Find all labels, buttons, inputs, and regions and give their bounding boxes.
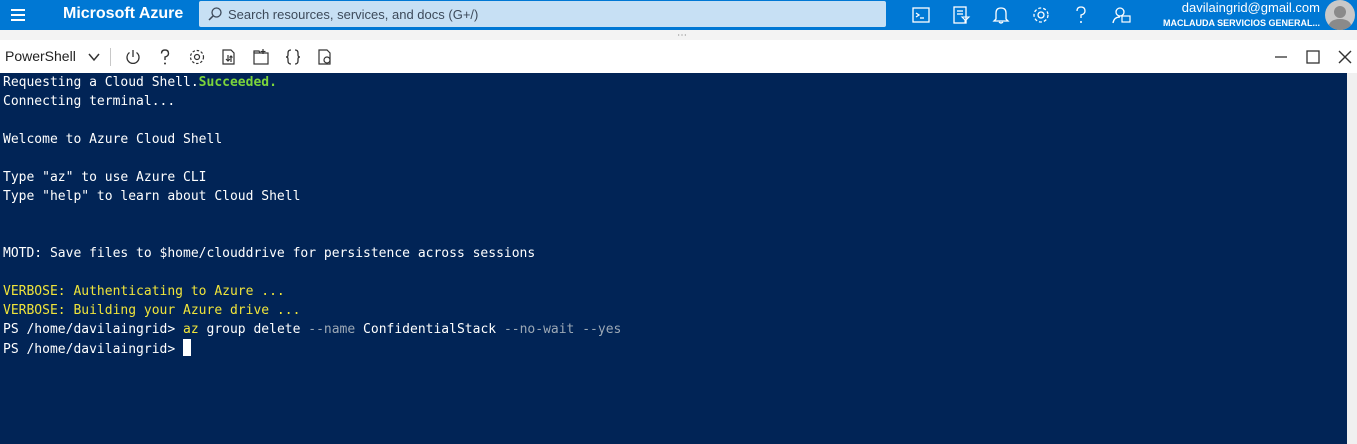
upload-download-icon[interactable] bbox=[220, 48, 238, 66]
cloud-shell-toolbar: PowerShell bbox=[0, 40, 1357, 73]
terminal-line: Type "az" to use Azure CLI bbox=[3, 170, 207, 185]
prompt: PS /home/davilaingrid> bbox=[3, 342, 184, 357]
cloud-shell-resize-handle[interactable]: ⋯ bbox=[0, 30, 1357, 41]
avatar[interactable] bbox=[1325, 0, 1355, 30]
editor-braces-icon[interactable] bbox=[284, 48, 302, 66]
command-value: ConfidentialStack bbox=[355, 322, 504, 337]
close-icon[interactable] bbox=[1337, 49, 1353, 65]
restart-icon[interactable] bbox=[124, 48, 142, 66]
search-icon bbox=[208, 7, 222, 21]
command-flag: --yes bbox=[582, 322, 622, 337]
command-args: group delete bbox=[198, 322, 309, 337]
terminal-cursor bbox=[183, 339, 192, 356]
help-icon[interactable] bbox=[156, 48, 174, 66]
terminal-line: Type "help" to learn about Cloud Shell bbox=[3, 189, 301, 204]
directory-filter-icon[interactable] bbox=[950, 4, 972, 26]
terminal-text: Requesting a Cloud Shell. bbox=[3, 75, 199, 90]
toolbar-divider bbox=[110, 48, 111, 66]
terminal-line: Connecting terminal... bbox=[3, 94, 176, 109]
settings-icon[interactable] bbox=[1030, 4, 1052, 26]
settings-icon[interactable] bbox=[188, 48, 206, 66]
minimize-icon[interactable] bbox=[1273, 49, 1289, 65]
account-info[interactable]: davilaingrid@gmail.com MACLAUDA SERVICIO… bbox=[1163, 1, 1320, 29]
command-flag: --name bbox=[308, 322, 356, 337]
search-placeholder: Search resources, services, and docs (G+… bbox=[228, 7, 479, 22]
prompt: PS /home/davilaingrid> bbox=[3, 322, 184, 337]
user-avatar-icon bbox=[1328, 6, 1352, 30]
command-flag: --no-wait bbox=[503, 322, 575, 337]
shell-type-label: PowerShell bbox=[5, 48, 76, 64]
global-search-input[interactable]: Search resources, services, and docs (G+… bbox=[199, 1, 886, 27]
maximize-icon[interactable] bbox=[1305, 49, 1321, 65]
scrollbar-thumb[interactable] bbox=[1349, 73, 1355, 444]
verbose-line: VERBOSE: Authenticating to Azure ... bbox=[3, 284, 285, 299]
portal-brand[interactable]: Microsoft Azure bbox=[63, 5, 183, 23]
status-succeeded: Succeeded. bbox=[198, 75, 277, 90]
terminal-output[interactable]: Requesting a Cloud Shell.Succeeded. Conn… bbox=[0, 73, 1347, 444]
cloud-shell-icon[interactable] bbox=[910, 4, 932, 26]
motd-line: MOTD: Save files to $home/clouddrive for… bbox=[3, 246, 536, 261]
azure-top-bar: Microsoft Azure Search resources, servic… bbox=[0, 0, 1357, 30]
shell-type-select[interactable]: PowerShell bbox=[5, 48, 100, 64]
command-name: az bbox=[183, 322, 199, 337]
hamburger-menu-icon[interactable] bbox=[9, 6, 27, 24]
chevron-down-icon bbox=[88, 53, 100, 62]
terminal-line: Requesting a Cloud Shell.Succeeded. bbox=[3, 73, 277, 92]
verbose-line: VERBOSE: Building your Azure drive ... bbox=[3, 303, 301, 318]
feedback-icon[interactable] bbox=[1110, 4, 1132, 26]
open-new-session-icon[interactable] bbox=[252, 48, 270, 66]
help-icon[interactable] bbox=[1070, 4, 1092, 26]
account-directory: MACLAUDA SERVICIOS GENERAL... bbox=[1162, 18, 1320, 28]
input-line[interactable]: PS /home/davilaingrid> bbox=[3, 339, 192, 358]
terminal-scrollbar[interactable] bbox=[1347, 73, 1357, 444]
notifications-icon[interactable] bbox=[990, 4, 1012, 26]
account-email: davilaingrid@gmail.com bbox=[1181, 0, 1320, 15]
command-line: PS /home/davilaingrid> az group delete -… bbox=[3, 320, 621, 339]
terminal-line: Welcome to Azure Cloud Shell bbox=[3, 132, 223, 147]
web-preview-icon[interactable] bbox=[316, 48, 334, 66]
